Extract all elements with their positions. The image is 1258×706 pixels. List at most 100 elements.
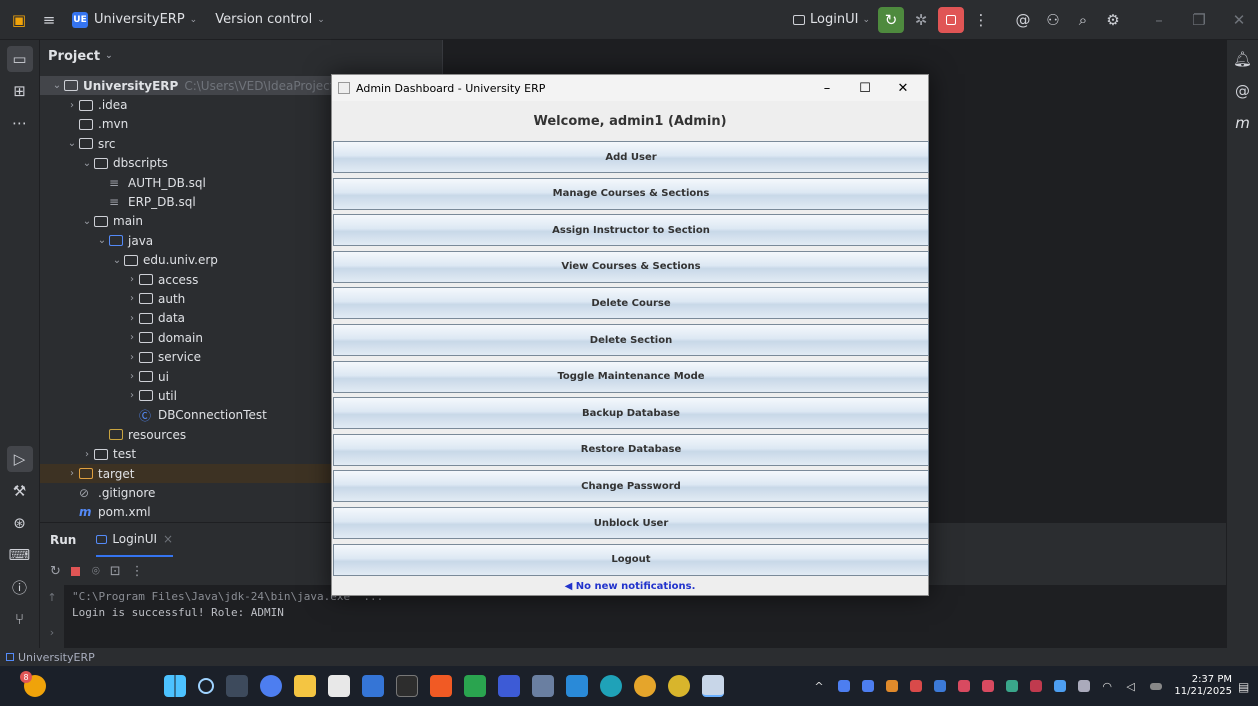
chevron-right-icon[interactable]: › <box>125 352 139 363</box>
expand-icon[interactable]: › <box>40 626 64 639</box>
stop-icon[interactable] <box>70 566 80 576</box>
chevron-down-icon[interactable]: ⌄ <box>50 80 64 91</box>
status-project-name[interactable]: UniversityERP <box>18 651 95 664</box>
dialog-maximize-button[interactable]: ☐ <box>846 81 884 96</box>
ai-chat-icon[interactable]: @ <box>1230 78 1256 104</box>
delete-section-button[interactable]: Delete Section <box>333 324 929 356</box>
manage-courses-and-sections-button[interactable]: Manage Courses & Sections <box>333 177 929 210</box>
build-tool-icon[interactable]: ⚒ <box>7 478 33 504</box>
volume-icon[interactable]: ◁ <box>1126 680 1138 693</box>
logout-button[interactable]: Logout <box>333 543 929 576</box>
project-tool-icon[interactable]: ▭ <box>6 46 33 72</box>
main-menu-icon[interactable]: ≡ <box>36 7 62 33</box>
vscode-icon[interactable] <box>566 675 588 697</box>
ai-assistant-icon[interactable]: @ <box>1010 7 1036 33</box>
chevron-down-icon[interactable]: ⌄ <box>65 138 79 149</box>
file-explorer-icon[interactable] <box>294 675 316 697</box>
dialog-minimize-button[interactable]: – <box>808 81 846 96</box>
tray-chevron-icon[interactable]: ^ <box>814 680 826 693</box>
scroll-up-icon[interactable]: ↑ <box>40 591 64 604</box>
restore-layout-icon[interactable]: ⊡ <box>110 564 121 579</box>
chevron-down-icon[interactable]: ⌄ <box>110 255 124 266</box>
window-minimize-icon[interactable]: – <box>1146 7 1172 33</box>
chevron-right-icon[interactable]: › <box>65 468 79 479</box>
chevron-right-icon[interactable]: › <box>65 100 79 111</box>
more-actions-icon[interactable]: ⋮ <box>131 564 144 579</box>
change-password-button[interactable]: Change Password <box>333 470 929 503</box>
terminal-icon[interactable] <box>396 675 418 697</box>
run-config-selector[interactable]: LoginUI ⌄ <box>793 12 870 27</box>
structure-tool-icon[interactable]: ⊞ <box>7 78 33 104</box>
edge-icon[interactable] <box>600 675 622 697</box>
debug-icon[interactable]: ✲ <box>908 7 934 33</box>
toggle-maintenance-mode-button[interactable]: Toggle Maintenance Mode <box>333 360 929 393</box>
chevron-right-icon[interactable]: › <box>125 274 139 285</box>
more-tools-icon[interactable]: ⋯ <box>7 110 33 136</box>
tray-app-icon[interactable] <box>838 680 851 692</box>
brave-browser-icon[interactable] <box>430 675 452 697</box>
chevron-right-icon[interactable]: › <box>125 293 139 304</box>
tray-app-icon[interactable] <box>1006 680 1019 692</box>
task-view-icon[interactable] <box>226 675 248 697</box>
git-tool-icon[interactable]: ⑂ <box>7 606 33 632</box>
dialog-close-button[interactable]: ✕ <box>884 81 922 96</box>
intellij-taskbar-icon[interactable] <box>498 675 520 697</box>
more-actions-icon[interactable]: ⋮ <box>968 7 994 33</box>
tray-app-icon[interactable] <box>982 680 995 692</box>
assign-instructor-to-section-button[interactable]: Assign Instructor to Section <box>333 214 929 247</box>
restore-database-button[interactable]: Restore Database <box>333 433 929 466</box>
stop-icon[interactable] <box>938 6 964 33</box>
remote-app-icon[interactable] <box>532 675 554 697</box>
run-tool-icon[interactable]: ▷ <box>6 446 33 472</box>
tray-app-icon[interactable] <box>1078 680 1091 692</box>
project-selector[interactable]: UE UniversityERP ⌄ <box>72 11 197 28</box>
settings-icon[interactable]: ⚙ <box>1100 7 1126 33</box>
add-user-button[interactable]: Add User <box>333 141 929 173</box>
tray-app-icon[interactable] <box>862 680 875 692</box>
notifications-icon[interactable]: 🔔︎ <box>1230 46 1256 72</box>
search-icon[interactable] <box>198 678 214 694</box>
close-tab-icon[interactable]: × <box>163 532 173 546</box>
rerun-icon[interactable]: ↻ <box>50 564 61 579</box>
battery-icon[interactable] <box>1150 682 1163 690</box>
chevron-right-icon[interactable]: › <box>125 371 139 382</box>
chevron-right-icon[interactable]: › <box>125 313 139 324</box>
vcs-selector[interactable]: Version control ⌄ <box>215 12 325 27</box>
tray-app-icon[interactable] <box>934 680 947 692</box>
project-panel-header[interactable]: Project ⌄ <box>40 40 442 72</box>
chevron-right-icon[interactable]: › <box>125 332 139 343</box>
tray-app-icon[interactable] <box>958 680 971 692</box>
tray-app-icon[interactable] <box>1054 680 1067 692</box>
copilot-icon[interactable] <box>260 675 282 697</box>
tab-loginui[interactable]: LoginUI × <box>96 523 174 557</box>
tray-app-icon[interactable] <box>1030 680 1043 692</box>
camera-icon[interactable]: ⌾ <box>92 564 100 579</box>
media-app-icon[interactable] <box>464 675 486 697</box>
view-courses-and-sections-button[interactable]: View Courses & Sections <box>333 250 929 283</box>
dialog-title-bar[interactable]: Admin Dashboard - University ERP – ☐ ✕ <box>332 75 928 101</box>
terminal-tool-icon[interactable]: ⌨ <box>7 542 33 568</box>
backup-database-button[interactable]: Backup Database <box>333 397 929 430</box>
add-user-icon[interactable]: ⚇ <box>1040 7 1066 33</box>
rerun-icon[interactable]: ↻ <box>878 6 904 33</box>
unblock-user-button[interactable]: Unblock User <box>333 507 929 539</box>
delete-course-button[interactable]: Delete Course <box>333 287 929 320</box>
window-close-icon[interactable]: ✕ <box>1226 7 1252 33</box>
tray-app-icon[interactable] <box>886 680 899 692</box>
intellij-logo-icon[interactable]: ▣ <box>6 7 32 33</box>
notification-center-icon[interactable]: ▤ <box>1238 680 1250 694</box>
chrome-icon[interactable] <box>668 675 690 697</box>
windows-start-icon[interactable] <box>164 675 186 697</box>
chevron-right-icon[interactable]: › <box>125 390 139 401</box>
chevron-down-icon[interactable]: ⌄ <box>80 158 94 169</box>
chevron-right-icon[interactable]: › <box>80 449 94 460</box>
store-icon[interactable] <box>328 675 350 697</box>
chevron-down-icon[interactable]: ⌄ <box>80 216 94 227</box>
window-restore-icon[interactable]: ❐ <box>1186 7 1212 33</box>
clock[interactable]: 2:37 PM 11/21/2025 <box>1174 674 1232 698</box>
tray-app-icon[interactable] <box>910 680 923 692</box>
chevron-down-icon[interactable]: ⌄ <box>95 235 109 246</box>
maven-icon[interactable]: m <box>1230 110 1256 136</box>
search-icon[interactable]: ⌕ <box>1070 7 1096 33</box>
app-icon[interactable] <box>362 675 384 697</box>
